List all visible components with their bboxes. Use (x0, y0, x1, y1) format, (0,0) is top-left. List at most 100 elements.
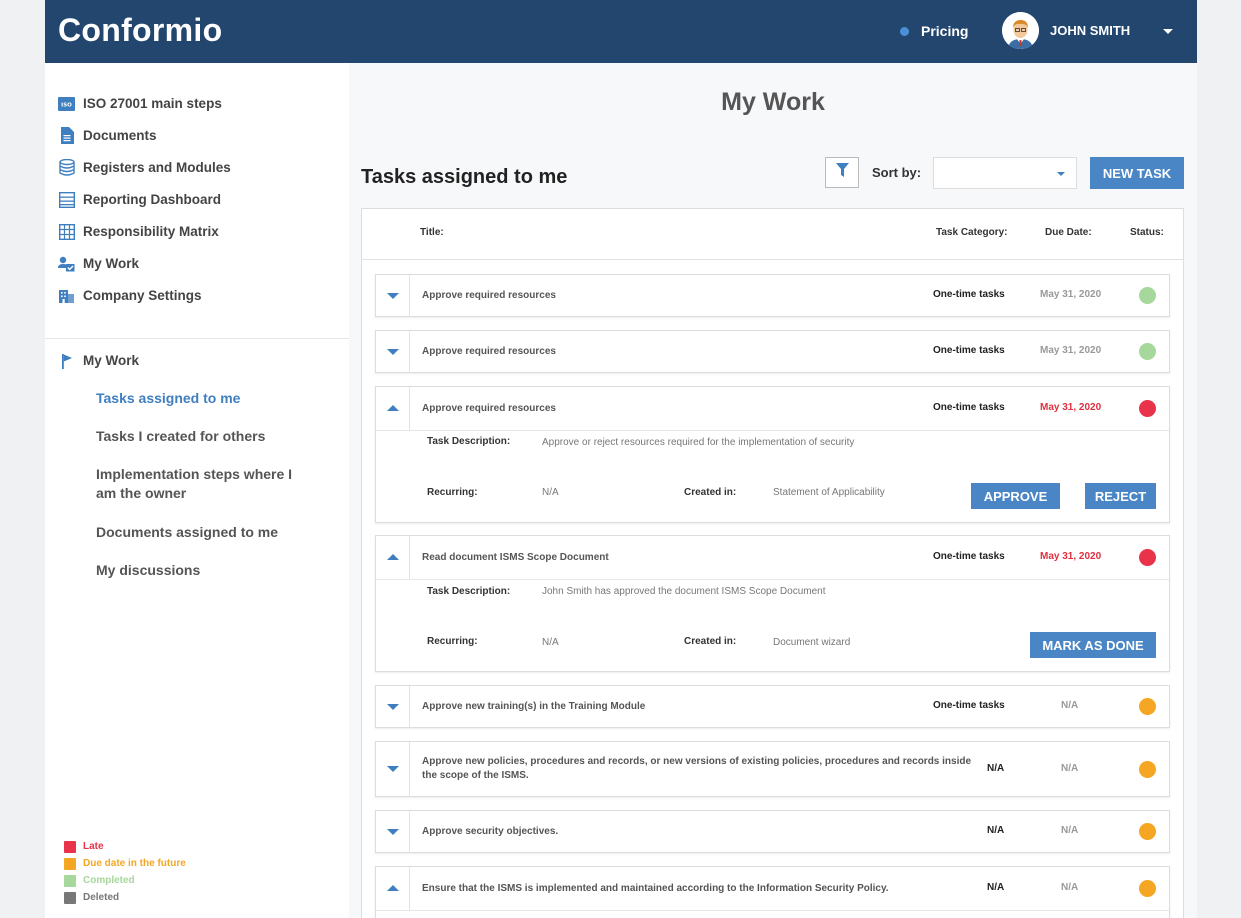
avatar (1002, 12, 1039, 49)
task-row[interactable]: Approve security objectives. N/A N/A (375, 810, 1170, 853)
task-category: N/A (987, 825, 1005, 836)
status-indicator (1139, 400, 1156, 417)
sidebar-item-reporting[interactable]: Reporting Dashboard (58, 191, 221, 208)
task-title: Approve new policies, procedures and rec… (422, 756, 972, 781)
sidebar-item-registers[interactable]: Registers and Modules (58, 159, 231, 176)
task-row[interactable]: Approve required resources One-time task… (375, 330, 1170, 373)
sidebar-item-label: Responsibility Matrix (83, 224, 219, 239)
task-description-label: Task Description: (427, 586, 511, 597)
recurring-label: Recurring: (427, 636, 478, 647)
task-description: John Smith has approved the document ISM… (542, 586, 826, 597)
pricing-link[interactable]: Pricing (900, 23, 968, 39)
document-icon (58, 127, 75, 144)
legend-label: Late (83, 841, 104, 852)
reject-button[interactable]: REJECT (1085, 483, 1156, 509)
sidebar-item-iso-steps[interactable]: ISO ISO 27001 main steps (58, 95, 222, 112)
expand-toggle[interactable] (376, 331, 410, 372)
chevron-down-icon (387, 829, 399, 835)
flag-icon (58, 352, 75, 369)
legend-swatch (64, 857, 76, 870)
sidebar-item-label: Company Settings (83, 288, 202, 303)
task-category: N/A (987, 882, 1005, 893)
approve-button[interactable]: APPROVE (971, 483, 1060, 509)
chevron-down-icon (387, 349, 399, 355)
status-indicator (1139, 549, 1156, 566)
sidebar-item-company-settings[interactable]: Company Settings (58, 287, 202, 304)
row-divider (376, 910, 1169, 911)
sidebar: ISO ISO 27001 main steps Documents Regis… (45, 63, 349, 918)
task-title: Approve security objectives. (422, 826, 559, 837)
app-window: Conformio Pricing JOHN SMITH ISO ISO 270… (45, 0, 1197, 918)
task-row-expanded[interactable]: Approve required resources One-time task… (375, 386, 1170, 523)
mark-as-done-button[interactable]: MARK AS DONE (1030, 632, 1156, 658)
legend-label: Completed (83, 875, 135, 886)
user-check-icon (58, 255, 75, 272)
collapse-toggle[interactable] (376, 867, 410, 910)
sidebar-subitem-discussions[interactable]: My discussions (96, 561, 311, 580)
task-row-expanded[interactable]: Ensure that the ISMS is implemented and … (375, 866, 1170, 918)
task-row[interactable]: Approve new training(s) in the Training … (375, 685, 1170, 728)
task-title: Approve required resources (422, 346, 556, 357)
collapse-toggle[interactable] (376, 536, 410, 579)
svg-text:ISO: ISO (61, 102, 72, 108)
section-title: Tasks assigned to me (361, 166, 568, 188)
task-due-date: N/A (1061, 700, 1079, 711)
task-title: Read document ISMS Scope Document (422, 552, 609, 563)
task-title: Ensure that the ISMS is implemented and … (422, 883, 889, 894)
chevron-down-icon (387, 704, 399, 710)
chevron-up-icon (387, 405, 399, 411)
task-due-date: May 31, 2020 (1040, 289, 1102, 300)
header-divider (361, 259, 1184, 260)
building-icon (58, 287, 75, 304)
created-in-value: Document wizard (773, 637, 851, 648)
user-menu[interactable]: JOHN SMITH (1002, 12, 1173, 49)
legend-item-completed: Completed (64, 872, 186, 889)
collapse-toggle[interactable] (376, 387, 410, 430)
expand-toggle[interactable] (376, 275, 410, 316)
chevron-down-icon[interactable] (1163, 29, 1173, 34)
task-row[interactable]: Approve required resources One-time task… (375, 274, 1170, 317)
expand-toggle[interactable] (376, 742, 410, 796)
row-divider (376, 430, 1169, 431)
legend-swatch (64, 891, 76, 904)
task-due-date: May 31, 2020 (1040, 551, 1102, 562)
status-indicator (1139, 823, 1156, 840)
task-category: One-time tasks (933, 700, 1005, 711)
database-icon (58, 159, 75, 176)
sidebar-item-label: Documents (83, 128, 157, 143)
sidebar-item-label: ISO 27001 main steps (83, 96, 222, 111)
sidebar-item-my-work[interactable]: My Work (58, 255, 139, 272)
created-in-label: Created in: (684, 487, 737, 498)
chevron-down-icon (387, 293, 399, 299)
recurring-value: N/A (542, 637, 559, 648)
row-divider (376, 579, 1169, 580)
sidebar-item-documents[interactable]: Documents (58, 127, 157, 144)
filter-icon (835, 163, 849, 182)
sidebar-section-my-work[interactable]: My Work (58, 352, 139, 369)
legend-label: Deleted (83, 892, 120, 903)
sidebar-item-responsibility[interactable]: Responsibility Matrix (58, 223, 219, 240)
task-row[interactable]: Approve new policies, procedures and rec… (375, 741, 1170, 797)
sort-select[interactable] (933, 157, 1077, 189)
filter-button[interactable] (825, 157, 859, 188)
sidebar-subitem-tasks-assigned[interactable]: Tasks assigned to me (96, 389, 311, 408)
task-category: N/A (987, 763, 1005, 774)
task-category: One-time tasks (933, 289, 1005, 300)
top-bar: Conformio Pricing JOHN SMITH (45, 0, 1197, 63)
status-indicator (1139, 880, 1156, 897)
sidebar-subitem-tasks-created[interactable]: Tasks I created for others (96, 427, 311, 446)
new-task-button[interactable]: NEW TASK (1090, 157, 1184, 189)
expand-toggle[interactable] (376, 686, 410, 727)
sidebar-subitem-implementation-steps[interactable]: Implementation steps where I am the owne… (96, 465, 311, 503)
status-indicator (1139, 287, 1156, 304)
legend-item-deleted: Deleted (64, 889, 186, 906)
chevron-up-icon (387, 554, 399, 560)
status-indicator (1139, 698, 1156, 715)
sidebar-subitem-documents-assigned[interactable]: Documents assigned to me (96, 523, 311, 542)
column-header-due: Due Date: (1045, 227, 1092, 238)
status-indicator (1139, 343, 1156, 360)
task-row-expanded[interactable]: Read document ISMS Scope Document One-ti… (375, 535, 1170, 672)
expand-toggle[interactable] (376, 811, 410, 852)
chevron-down-icon (1057, 172, 1065, 176)
logo[interactable]: Conformio (58, 12, 222, 49)
